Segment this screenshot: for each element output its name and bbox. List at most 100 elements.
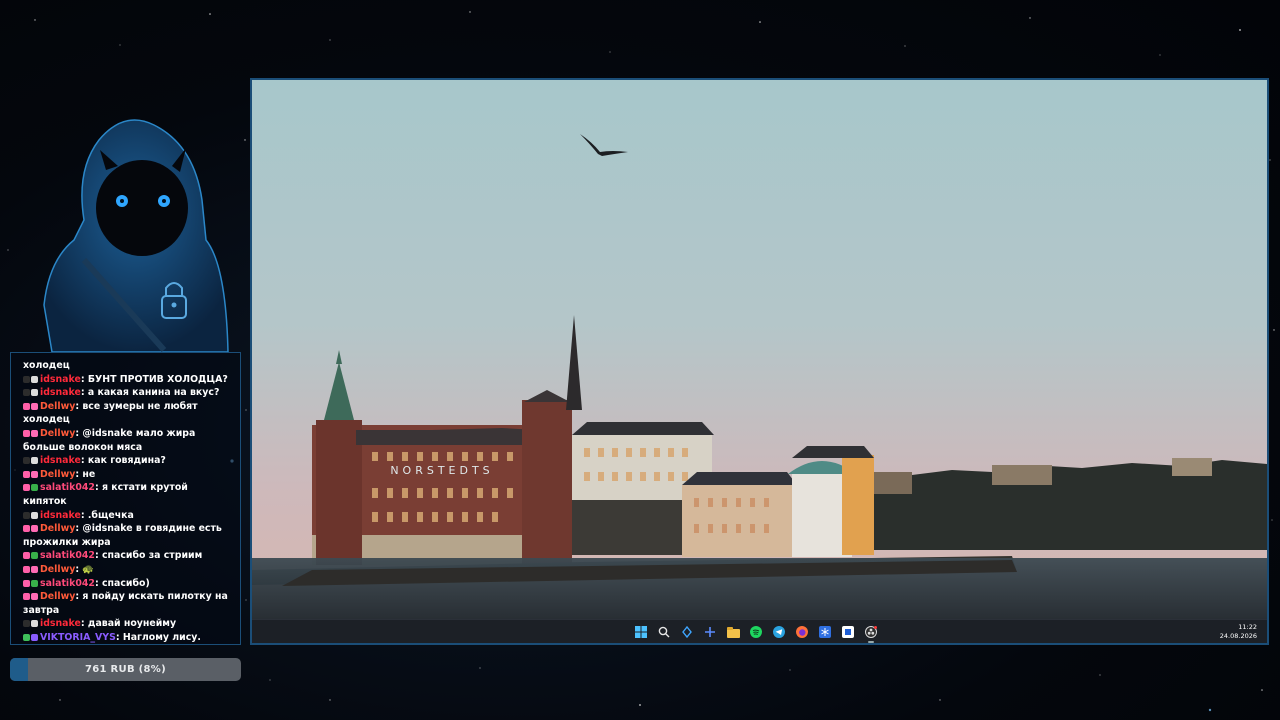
badge-icon: [31, 484, 38, 492]
chat-message: idsnake: БУНТ ПРОТИВ ХОЛОДЦА?: [23, 373, 230, 387]
badge-icon: [31, 552, 38, 560]
user-badges: [23, 484, 38, 492]
chat-text: 🐢: [82, 563, 95, 575]
telegram-icon[interactable]: [770, 623, 788, 641]
chat-separator: :: [80, 618, 88, 630]
chat-message-list: idsnake: БУНТ ПРОТИВ ХОЛОДЦА? idsnake: а …: [23, 373, 230, 644]
desktop-screen-capture: NORSTEDTS 11:22 24.08.2026: [250, 78, 1269, 645]
chat-message: Dellwy: я пойду искать пилотку на завтра: [23, 590, 230, 617]
badge-icon: [31, 511, 38, 519]
chat-username[interactable]: VIKTORIA_VYS: [40, 632, 116, 643]
snowflake-app-icon[interactable]: [816, 623, 834, 641]
clock-time: 11:22: [1238, 623, 1257, 631]
donation-goal-bar: 761 RUB (8%): [10, 658, 241, 681]
donation-goal-label: 761 RUB (8%): [85, 664, 166, 675]
user-badges: [23, 470, 38, 478]
user-badges: [23, 565, 38, 573]
user-badges: [23, 389, 38, 397]
badge-icon: [23, 375, 30, 383]
chat-username[interactable]: Dellwy: [40, 591, 75, 602]
chat-username[interactable]: Dellwy: [40, 469, 75, 480]
chat-message: Dellwy: @idsnake в говядине есть прожилк…: [23, 522, 230, 549]
badge-icon: [23, 429, 30, 437]
chat-text: БУНТ ПРОТИВ ХОЛОДЦА?: [87, 373, 228, 385]
chat-username[interactable]: Dellwy: [40, 401, 75, 412]
chat-message: Dellwy: 🐢: [23, 563, 230, 577]
badge-icon: [23, 402, 30, 410]
firefox-icon[interactable]: [793, 623, 811, 641]
badge-icon: [23, 620, 30, 628]
chat-username[interactable]: Dellwy: [40, 564, 75, 575]
badge-icon: [31, 620, 38, 628]
badge-icon: [31, 565, 38, 573]
badge-icon: [31, 579, 38, 587]
badge-icon: [23, 470, 30, 478]
chat-text: давай ноунейму: [87, 618, 177, 630]
chat-message: VIKTORIA_VYS: Наглому лису.: [23, 631, 230, 644]
badge-icon: [23, 552, 30, 560]
chat-separator: :: [80, 373, 88, 385]
file-explorer-icon[interactable]: [724, 623, 742, 641]
chat-separator: :: [115, 631, 123, 643]
badge-icon: [31, 457, 38, 465]
badge-icon: [23, 525, 30, 533]
streamer-avatar: [43, 119, 229, 352]
chat-message: Dellwy: не: [23, 468, 230, 482]
chat-message: Dellwy: @idsnake мало жира больше волоко…: [23, 427, 230, 454]
badge-icon: [23, 633, 30, 641]
chat-username[interactable]: salatik042: [40, 578, 95, 589]
chat-message: salatik042: спасибо за стриим: [23, 549, 230, 563]
badge-icon: [23, 579, 30, 587]
chat-username[interactable]: idsnake: [40, 455, 81, 466]
clock-date: 24.08.2026: [1219, 632, 1257, 640]
badge-icon: [31, 470, 38, 478]
chat-username[interactable]: Dellwy: [40, 428, 75, 439]
chat-username[interactable]: Dellwy: [40, 523, 75, 534]
chat-panel[interactable]: холодец idsnake: БУНТ ПРОТИВ ХОЛОДЦА? ids…: [10, 352, 241, 645]
chat-username[interactable]: idsnake: [40, 387, 81, 398]
chat-text: не: [82, 468, 96, 480]
taskbar-icons: [632, 623, 880, 643]
chat-separator: :: [94, 577, 102, 589]
system-clock[interactable]: 11:22 24.08.2026: [1220, 623, 1257, 641]
chat-username[interactable]: idsnake: [40, 618, 81, 629]
user-badges: [23, 620, 38, 628]
user-badges: [23, 633, 38, 641]
chat-separator: :: [94, 482, 102, 494]
chat-message: idsnake: давай ноунейму: [23, 617, 230, 631]
chat-username[interactable]: salatik042: [40, 482, 95, 493]
user-badges: [23, 593, 38, 601]
spotify-icon[interactable]: [747, 623, 765, 641]
obs-icon[interactable]: [862, 623, 880, 643]
user-badges: [23, 525, 38, 533]
chat-text: как говядина?: [87, 455, 166, 467]
chat-username[interactable]: salatik042: [40, 550, 95, 561]
badge-icon: [31, 389, 38, 397]
building-sign-text: NORSTEDTS: [390, 464, 493, 477]
user-badges: [23, 375, 38, 383]
chat-text: а какая канина на вкус?: [87, 387, 220, 399]
chat-separator: :: [80, 387, 88, 399]
windows-start-icon[interactable]: [632, 623, 650, 641]
chat-message: idsnake: а какая канина на вкус?: [23, 386, 230, 400]
user-badges: [23, 429, 38, 437]
chat-username[interactable]: idsnake: [40, 374, 81, 385]
chat-message: idsnake: .бщечка: [23, 509, 230, 523]
dev-tool-icon[interactable]: [701, 623, 719, 641]
chat-separator: :: [94, 550, 102, 562]
user-badges: [23, 552, 38, 560]
badge-icon: [31, 525, 38, 533]
chat-partial-message: холодец: [23, 360, 70, 371]
badge-icon: [23, 389, 30, 397]
chat-username[interactable]: idsnake: [40, 510, 81, 521]
notes-app-icon[interactable]: [839, 623, 857, 641]
badge-icon: [23, 484, 30, 492]
windows-taskbar: 11:22 24.08.2026: [252, 619, 1267, 643]
chat-message: salatik042: я кстати крутой кипяток: [23, 481, 230, 508]
chat-text: Наглому лису.: [122, 631, 201, 643]
badge-icon: [31, 593, 38, 601]
search-icon[interactable]: [655, 623, 673, 641]
badge-icon: [23, 511, 30, 519]
user-badges: [23, 511, 38, 519]
vscode-icon[interactable]: [678, 623, 696, 641]
